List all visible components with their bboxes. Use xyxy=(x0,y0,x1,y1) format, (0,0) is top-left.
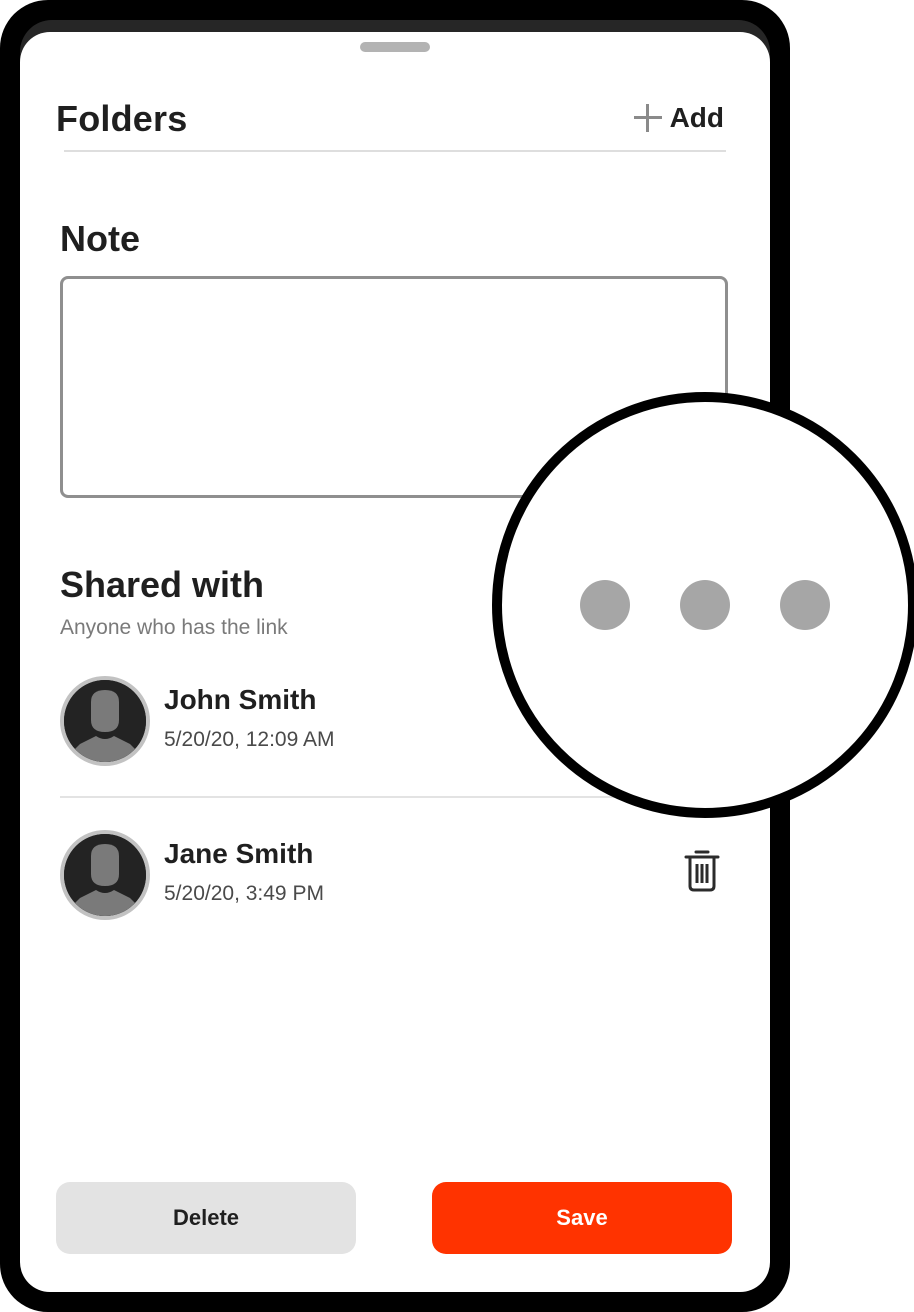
trash-icon[interactable] xyxy=(682,848,722,894)
sheet-grabber-handle[interactable] xyxy=(360,42,430,52)
plus-icon xyxy=(633,104,662,132)
add-folder-button[interactable]: Add xyxy=(633,102,724,134)
person-name: Jane Smith xyxy=(164,838,314,869)
user-avatar-icon xyxy=(60,676,150,766)
add-folder-label: Add xyxy=(669,102,724,133)
folders-divider xyxy=(64,150,726,152)
more-horizontal-icon xyxy=(580,580,630,630)
more-horizontal-icon xyxy=(780,580,830,630)
shared-person-row: Jane Smith 5/20/20, 3:49 PM xyxy=(60,830,724,920)
shared-with-title: Shared with xyxy=(60,564,265,605)
more-horizontal-icon xyxy=(680,580,730,630)
note-title: Note xyxy=(60,218,140,259)
stage: Folders Add Note Shared with Anyone who … xyxy=(0,0,914,1312)
save-button[interactable]: Save xyxy=(432,1182,732,1254)
person-name: John Smith xyxy=(164,684,317,715)
delete-button[interactable]: Delete xyxy=(56,1182,356,1254)
person-shared-date: 5/20/20, 3:49 PM xyxy=(164,882,324,905)
shared-with-subtitle: Anyone who has the link xyxy=(60,616,288,639)
more-options-button[interactable] xyxy=(492,392,914,818)
user-avatar-icon xyxy=(60,830,150,920)
person-shared-date: 5/20/20, 12:09 AM xyxy=(164,728,335,751)
folders-title: Folders xyxy=(56,98,188,139)
